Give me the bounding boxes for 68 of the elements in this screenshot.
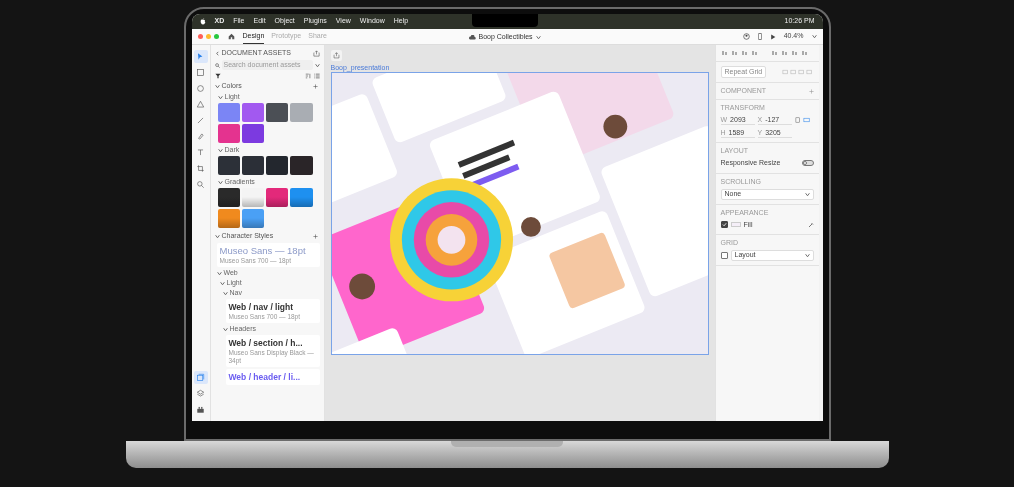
- eyedropper-icon[interactable]: [807, 221, 814, 228]
- chevron-icon[interactable]: [217, 147, 223, 153]
- back-icon[interactable]: [214, 50, 220, 56]
- color-swatch[interactable]: [266, 103, 289, 122]
- export-icon[interactable]: [330, 50, 342, 61]
- play-icon[interactable]: [769, 33, 776, 40]
- gradient-swatch[interactable]: [217, 188, 240, 207]
- rectangle-icon: [196, 68, 205, 77]
- camera-notch: [471, 14, 538, 27]
- fill-swatch[interactable]: [730, 222, 741, 228]
- orientation-icons[interactable]: [794, 117, 811, 123]
- filter-icon[interactable]: [214, 73, 221, 79]
- color-swatch[interactable]: [290, 103, 313, 122]
- gradient-swatch[interactable]: [290, 188, 313, 207]
- style-name: Web / header / li...: [228, 371, 301, 383]
- style-name: Web / nav / light: [228, 301, 294, 313]
- search-icon: [214, 62, 220, 68]
- color-swatch[interactable]: [217, 156, 240, 175]
- zoom-window-button[interactable]: [213, 34, 219, 39]
- chevron-icon[interactable]: [314, 62, 320, 68]
- apple-icon[interactable]: [199, 18, 206, 25]
- color-swatch[interactable]: [266, 156, 289, 175]
- style-name: Museo Sans — 18pt: [219, 245, 306, 257]
- chevron-icon[interactable]: [222, 326, 228, 332]
- color-swatch[interactable]: [217, 103, 240, 122]
- add-icon[interactable]: [312, 83, 318, 89]
- phone-icon[interactable]: [757, 33, 762, 40]
- polygon-icon: [196, 100, 205, 109]
- assets-icon: [196, 373, 205, 382]
- color-swatch[interactable]: [241, 103, 264, 122]
- home-icon[interactable]: [227, 33, 235, 40]
- list-view-icon[interactable]: [313, 73, 320, 79]
- close-window-button[interactable]: [197, 34, 203, 39]
- share-icon[interactable]: [312, 49, 320, 57]
- zoom-icon: [196, 180, 205, 189]
- toggle-switch[interactable]: [801, 160, 814, 167]
- add-icon[interactable]: [312, 233, 318, 239]
- chevron-icon[interactable]: [214, 233, 220, 239]
- chevron-icon[interactable]: [535, 34, 541, 40]
- plugins-icon: [196, 405, 205, 414]
- pointer-tool[interactable]: [193, 50, 208, 63]
- color-swatch[interactable]: [290, 156, 313, 175]
- checkbox[interactable]: [720, 252, 728, 259]
- pen-icon: [196, 132, 205, 141]
- assets-panel-button[interactable]: [193, 371, 208, 384]
- line-icon: [196, 116, 205, 125]
- gradient-swatch[interactable]: [266, 188, 289, 207]
- style-name: Web / section / h...: [228, 337, 303, 349]
- character-style-card[interactable]: Web / header / li...: [225, 369, 320, 385]
- artboard-image[interactable]: [330, 72, 709, 355]
- chevron-icon[interactable]: [811, 34, 817, 39]
- color-swatch[interactable]: [217, 124, 240, 143]
- cloud-icon: [467, 34, 476, 40]
- gradient-swatch[interactable]: [217, 209, 240, 228]
- checkbox[interactable]: [720, 221, 728, 229]
- color-swatch[interactable]: [241, 156, 264, 175]
- sort-icon[interactable]: [304, 73, 311, 79]
- gradient-swatch[interactable]: [241, 209, 264, 228]
- layers-icon: [196, 389, 205, 398]
- chevron-icon[interactable]: [804, 191, 810, 197]
- artboard-icon: [196, 164, 205, 173]
- user-icon[interactable]: [742, 33, 750, 40]
- select-icon: [196, 52, 205, 61]
- ellipse-icon: [196, 84, 205, 93]
- text-icon: [196, 148, 205, 157]
- color-swatch[interactable]: [241, 124, 264, 143]
- chevron-icon[interactable]: [804, 253, 810, 258]
- chevron-icon[interactable]: [217, 179, 223, 185]
